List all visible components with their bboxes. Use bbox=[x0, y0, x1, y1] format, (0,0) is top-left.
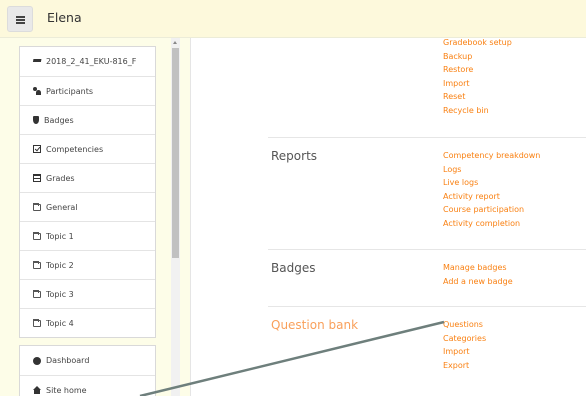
link-qb-import[interactable]: Import bbox=[443, 345, 486, 359]
scrollbar-thumb[interactable] bbox=[172, 48, 179, 258]
top-navbar: Elena bbox=[0, 0, 586, 38]
nav-drawer: 2018_2_41_EKU-816_F Participants Badges … bbox=[0, 38, 180, 396]
link-categories[interactable]: Categories bbox=[443, 332, 486, 346]
reports-links: Competency breakdown Logs Live logs Acti… bbox=[443, 149, 540, 230]
link-gradebook-setup[interactable]: Gradebook setup bbox=[443, 36, 512, 50]
home-icon bbox=[33, 386, 41, 394]
link-backup[interactable]: Backup bbox=[443, 50, 512, 64]
link-import[interactable]: Import bbox=[443, 77, 512, 91]
site-nav-group: Dashboard Site home bbox=[19, 345, 156, 396]
course-nav-group: 2018_2_41_EKU-816_F Participants Badges … bbox=[19, 46, 156, 338]
nav-item-topic-2[interactable]: Topic 2 bbox=[20, 250, 155, 279]
link-export[interactable]: Export bbox=[443, 359, 486, 373]
nav-item-label: Site home bbox=[46, 385, 87, 395]
nav-item-site-home[interactable]: Site home bbox=[20, 375, 155, 396]
link-live-logs[interactable]: Live logs bbox=[443, 176, 540, 190]
scroll-up-arrow-icon[interactable] bbox=[171, 38, 180, 47]
badges-links: Manage badges Add a new badge bbox=[443, 261, 513, 288]
link-logs[interactable]: Logs bbox=[443, 163, 540, 177]
top-links-group: Gradebook setup Backup Restore Import Re… bbox=[443, 36, 512, 117]
nav-item-label: 2018_2_41_EKU-816_F bbox=[46, 57, 137, 66]
question-bank-links: Questions Categories Import Export bbox=[443, 318, 486, 372]
nav-item-label: Participants bbox=[46, 86, 93, 96]
folder-icon bbox=[33, 318, 41, 327]
nav-item-competencies[interactable]: Competencies bbox=[20, 134, 155, 163]
folder-icon bbox=[33, 289, 41, 298]
folder-icon bbox=[33, 231, 41, 240]
shield-icon bbox=[33, 116, 39, 124]
nav-item-label: Topic 4 bbox=[46, 318, 74, 328]
nav-item-badges[interactable]: Badges bbox=[20, 105, 155, 134]
link-manage-badges[interactable]: Manage badges bbox=[443, 261, 513, 275]
nav-item-label: Topic 3 bbox=[46, 289, 74, 299]
folder-icon bbox=[33, 202, 41, 211]
users-icon bbox=[33, 87, 41, 95]
course-admin-content: Gradebook setup Backup Restore Import Re… bbox=[190, 38, 586, 396]
section-title-reports: Reports bbox=[271, 149, 318, 163]
dashboard-icon bbox=[33, 356, 41, 365]
nav-item-label: Topic 2 bbox=[46, 260, 74, 270]
menu-line bbox=[16, 16, 25, 18]
graduation-cap-icon bbox=[32, 59, 42, 64]
section-title-badges: Badges bbox=[271, 261, 316, 275]
link-activity-report[interactable]: Activity report bbox=[443, 190, 540, 204]
hamburger-menu-button[interactable] bbox=[7, 6, 33, 32]
nav-item-label: Competencies bbox=[46, 144, 104, 154]
link-reset[interactable]: Reset bbox=[443, 90, 512, 104]
section-divider bbox=[268, 249, 586, 250]
nav-item-label: Badges bbox=[44, 115, 74, 125]
nav-item-grades[interactable]: Grades bbox=[20, 163, 155, 192]
link-restore[interactable]: Restore bbox=[443, 63, 512, 77]
nav-item-general[interactable]: General bbox=[20, 192, 155, 221]
section-divider bbox=[268, 137, 586, 138]
nav-item-label: Grades bbox=[46, 173, 75, 183]
nav-item-topic-3[interactable]: Topic 3 bbox=[20, 279, 155, 308]
menu-line bbox=[16, 22, 25, 24]
nav-item-label: Topic 1 bbox=[46, 231, 74, 241]
nav-item-participants[interactable]: Participants bbox=[20, 76, 155, 105]
link-activity-completion[interactable]: Activity completion bbox=[443, 217, 540, 231]
site-name-link[interactable]: Elena bbox=[47, 10, 82, 25]
link-questions[interactable]: Questions bbox=[443, 318, 486, 332]
nav-item-course[interactable]: 2018_2_41_EKU-816_F bbox=[20, 47, 155, 76]
nav-item-topic-1[interactable]: Topic 1 bbox=[20, 221, 155, 250]
nav-item-label: Dashboard bbox=[46, 356, 90, 365]
nav-item-topic-4[interactable]: Topic 4 bbox=[20, 308, 155, 337]
section-divider bbox=[268, 306, 586, 307]
table-icon bbox=[33, 174, 41, 182]
section-title-question-bank: Question bank bbox=[271, 318, 359, 332]
link-add-new-badge[interactable]: Add a new badge bbox=[443, 275, 513, 289]
nav-item-label: General bbox=[46, 202, 78, 212]
link-course-participation[interactable]: Course participation bbox=[443, 203, 540, 217]
nav-item-dashboard[interactable]: Dashboard bbox=[20, 346, 155, 375]
drawer-scrollbar[interactable] bbox=[171, 38, 180, 396]
folder-icon bbox=[33, 260, 41, 269]
checkbox-icon bbox=[33, 145, 41, 153]
menu-line bbox=[16, 19, 25, 21]
link-competency-breakdown[interactable]: Competency breakdown bbox=[443, 149, 540, 163]
link-recycle-bin[interactable]: Recycle bin bbox=[443, 104, 512, 118]
